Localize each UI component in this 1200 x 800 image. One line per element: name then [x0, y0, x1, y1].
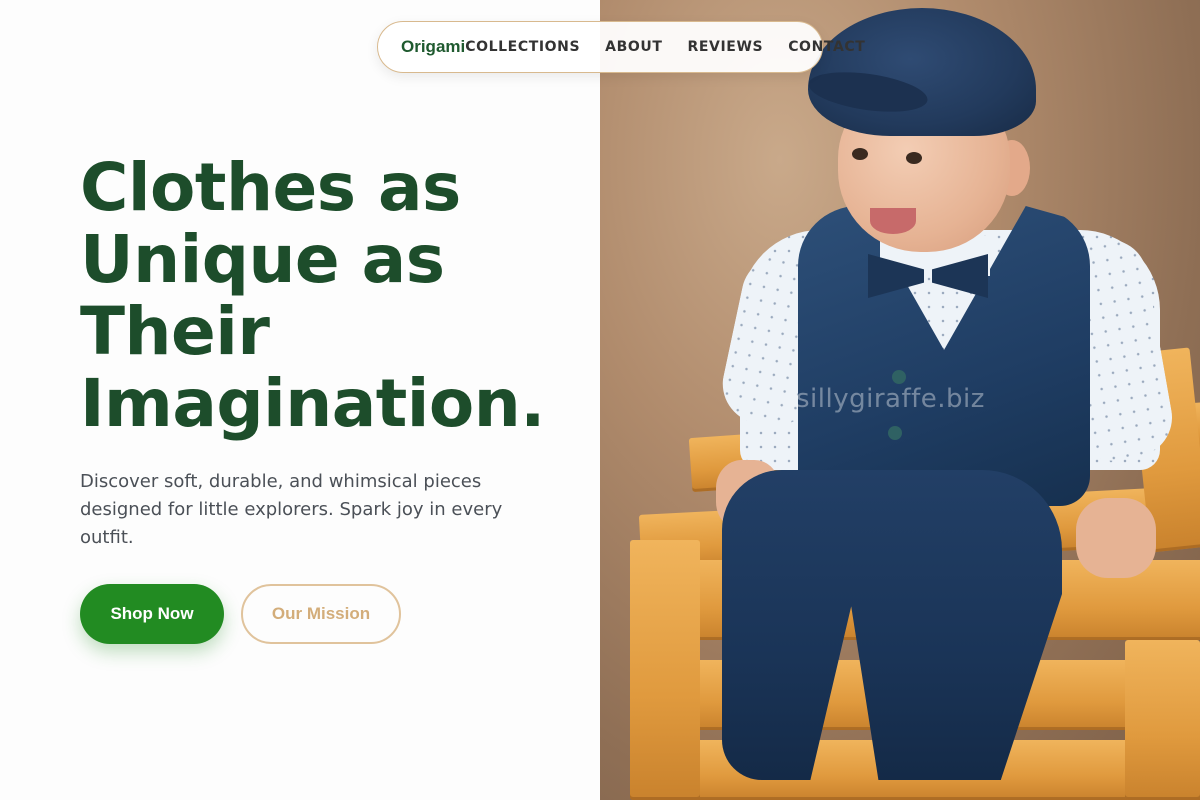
hero-title-line-3: Their — [80, 293, 270, 370]
nav-item-reviews[interactable]: REVIEWS — [688, 39, 764, 55]
top-navigation: Origami COLLECTIONS ABOUT REVIEWS CONTAC… — [377, 21, 865, 73]
hero-title-line-1: Clothes as — [80, 149, 461, 226]
hero-subtitle: Discover soft, durable, and whimsical pi… — [80, 471, 503, 548]
hero-left-panel: Clothes as Unique as Their Imagination. … — [0, 0, 600, 800]
image-watermark: sillygiraffe.biz — [796, 384, 985, 414]
hero-image: sillygiraffe.biz — [600, 0, 1200, 800]
nav-item-contact[interactable]: CONTACT — [788, 39, 865, 55]
brand-logo[interactable]: Origami — [401, 37, 465, 57]
hero-title-line-4: Imagination. — [80, 365, 545, 442]
nav-item-about[interactable]: ABOUT — [605, 39, 662, 55]
shop-now-button[interactable]: Shop Now — [80, 584, 224, 644]
hero-title-line-2: Unique as — [80, 221, 445, 298]
nav-item-collections[interactable]: COLLECTIONS — [465, 39, 580, 55]
hero-title: Clothes as Unique as Their Imagination. — [80, 152, 580, 440]
our-mission-button[interactable]: Our Mission — [241, 584, 401, 644]
